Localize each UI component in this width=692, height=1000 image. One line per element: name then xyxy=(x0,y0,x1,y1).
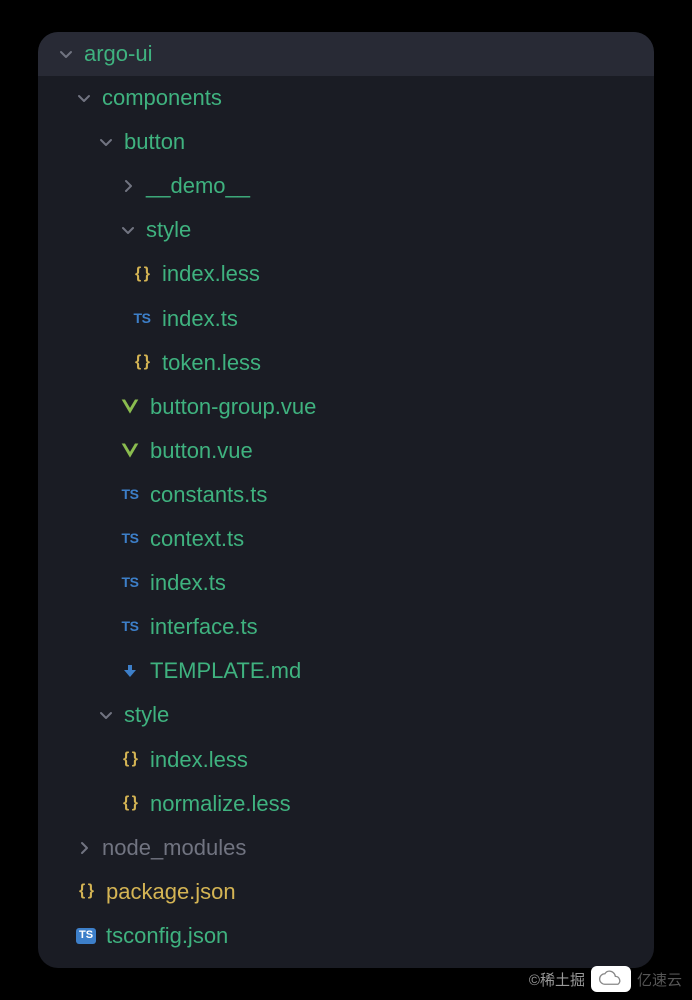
tree-file-style-index-less[interactable]: { } index.less xyxy=(38,738,654,782)
folder-label: button xyxy=(124,125,185,159)
ts-file-icon: TS xyxy=(118,528,142,550)
chevron-right-icon xyxy=(74,838,94,858)
file-label: interface.ts xyxy=(150,610,258,644)
vue-file-icon xyxy=(118,441,142,461)
tree-file-token-less[interactable]: { } token.less xyxy=(38,341,654,385)
tree-file-interface-ts[interactable]: TS interface.ts xyxy=(38,605,654,649)
chevron-down-icon xyxy=(118,220,138,240)
tree-file-package-json[interactable]: { } package.json xyxy=(38,870,654,914)
ts-file-icon: TS xyxy=(118,484,142,506)
tree-file-template-md[interactable]: TEMPLATE.md xyxy=(38,649,654,693)
folder-label: style xyxy=(146,213,191,247)
chevron-down-icon xyxy=(74,88,94,108)
tree-folder-button[interactable]: button xyxy=(38,120,654,164)
folder-label: argo-ui xyxy=(84,37,152,71)
watermark-brand: 亿速云 xyxy=(637,969,682,990)
tree-file-normalize-less[interactable]: { } normalize.less xyxy=(38,782,654,826)
less-file-icon: { } xyxy=(118,791,142,816)
folder-label: node_modules xyxy=(102,831,246,865)
ts-file-icon: TS xyxy=(118,616,142,638)
less-file-icon: { } xyxy=(130,350,154,375)
file-label: context.ts xyxy=(150,522,244,556)
chevron-down-icon xyxy=(96,705,116,725)
tree-file-index-ts[interactable]: TS index.ts xyxy=(38,297,654,341)
folder-label: style xyxy=(124,698,169,732)
folder-label: __demo__ xyxy=(146,169,250,203)
tree-root-folder[interactable]: argo-ui xyxy=(38,32,654,76)
file-label: index.ts xyxy=(162,302,238,336)
json-file-icon: { } xyxy=(74,879,98,904)
tree-file-button-vue[interactable]: button.vue xyxy=(38,429,654,473)
tree-folder-components[interactable]: components xyxy=(38,76,654,120)
ts-file-icon: TS xyxy=(130,308,154,330)
tsconfig-file-icon: TS xyxy=(74,928,98,944)
watermark: ©稀土掘 亿速云 xyxy=(529,966,682,992)
chevron-down-icon xyxy=(56,44,76,64)
chevron-right-icon xyxy=(118,176,138,196)
tree-folder-node-modules[interactable]: node_modules xyxy=(38,826,654,870)
tree-file-button-index-ts[interactable]: TS index.ts xyxy=(38,561,654,605)
file-label: index.less xyxy=(162,257,260,291)
file-label: constants.ts xyxy=(150,478,267,512)
file-label: TEMPLATE.md xyxy=(150,654,301,688)
folder-label: components xyxy=(102,81,222,115)
tree-file-index-less[interactable]: { } index.less xyxy=(38,252,654,296)
vue-file-icon xyxy=(118,397,142,417)
file-label: index.ts xyxy=(150,566,226,600)
tree-file-button-group-vue[interactable]: button-group.vue xyxy=(38,385,654,429)
cloud-logo-icon xyxy=(591,966,631,992)
file-label: token.less xyxy=(162,346,261,380)
watermark-text: ©稀土掘 xyxy=(529,969,585,990)
tree-folder-button-style[interactable]: style xyxy=(38,208,654,252)
tree-folder-demo[interactable]: __demo__ xyxy=(38,164,654,208)
file-label: tsconfig.json xyxy=(106,919,228,953)
less-file-icon: { } xyxy=(130,262,154,287)
less-file-icon: { } xyxy=(118,747,142,772)
tree-folder-components-style[interactable]: style xyxy=(38,693,654,737)
file-label: button-group.vue xyxy=(150,390,316,424)
ts-file-icon: TS xyxy=(118,572,142,594)
file-label: package.json xyxy=(106,875,236,909)
file-label: index.less xyxy=(150,743,248,777)
markdown-file-icon xyxy=(118,663,142,679)
tree-file-constants-ts[interactable]: TS constants.ts xyxy=(38,473,654,517)
file-label: button.vue xyxy=(150,434,253,468)
tree-file-tsconfig-json[interactable]: TS tsconfig.json xyxy=(38,914,654,958)
chevron-down-icon xyxy=(96,132,116,152)
tree-file-context-ts[interactable]: TS context.ts xyxy=(38,517,654,561)
file-label: normalize.less xyxy=(150,787,291,821)
file-explorer-tree: argo-ui components button __demo__ style… xyxy=(38,32,654,968)
